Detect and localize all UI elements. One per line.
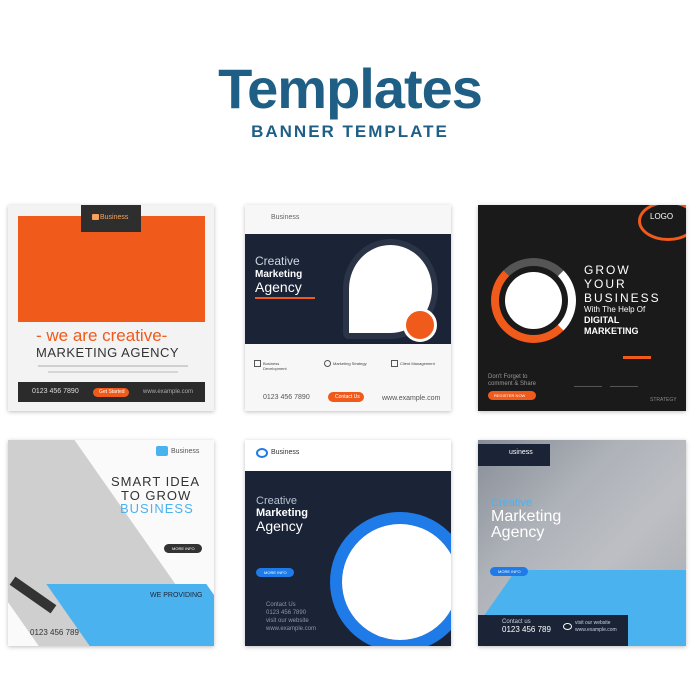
body-text-2	[48, 371, 178, 373]
feature-icon-2	[324, 360, 331, 367]
line-digital: DIGITAL	[584, 315, 620, 325]
register-button[interactable]: REGISTER NOW	[488, 391, 536, 400]
orange-dash	[623, 356, 651, 359]
web-label: visit our website	[575, 620, 611, 626]
photo-circle	[342, 524, 451, 640]
line-creative: Creative	[256, 495, 297, 507]
feature-2: Marketing Strategy	[333, 361, 367, 366]
feature-1: Business Development	[263, 361, 287, 371]
orange-circle	[403, 308, 437, 342]
brand-label: Business	[271, 449, 300, 456]
line-business: BUSINESS	[584, 291, 661, 305]
note-2: comment & Share	[488, 381, 537, 387]
template-card-5[interactable]: Business Creative Marketing Agency MORE …	[245, 440, 451, 646]
feature-icon-1	[254, 360, 261, 367]
brand-label: Business	[171, 448, 200, 455]
template-card-4[interactable]: Business SMART IDEA TO GROW BUSINESS MOR…	[8, 440, 214, 646]
cta-button[interactable]: Get Started	[93, 388, 129, 397]
line-grow: GROW	[584, 263, 631, 277]
brand-icon	[256, 448, 268, 458]
contact-label: Contact Us	[266, 602, 296, 608]
line-creative: Creative	[255, 254, 300, 268]
ring-photo	[505, 272, 562, 329]
template-card-6[interactable]: usiness Creative Marketing Agency MORE I…	[478, 440, 686, 646]
website: www.example.com	[575, 627, 617, 633]
more-info-button[interactable]: MORE INFO	[256, 568, 294, 577]
website: www.example.com	[266, 626, 317, 632]
web-icon	[563, 623, 572, 630]
website: www.example.com	[143, 389, 194, 395]
note-1: Don't Forget to	[488, 374, 528, 380]
line-agency: Agency	[491, 524, 545, 541]
corner-arc	[638, 205, 686, 241]
line-help: With The Help Of	[584, 305, 646, 314]
phone: 0123 456 789	[502, 625, 551, 634]
web-label: visit our website	[266, 618, 309, 624]
extra-label: STRATEGY	[650, 397, 677, 403]
template-card-3[interactable]: LOGO GROW YOUR BUSINESS With The Help Of…	[478, 205, 686, 411]
badge-label: Business	[100, 214, 129, 221]
line-agency: Agency	[255, 279, 302, 295]
more-info-button[interactable]: MORE INFO	[164, 544, 202, 553]
body-text	[38, 365, 188, 367]
brand-label: Business	[271, 214, 300, 221]
info-block-2	[610, 386, 638, 402]
phone: 0123 456 7890	[263, 394, 310, 401]
accent-line	[255, 297, 315, 299]
more-info-button[interactable]: MORE INFO	[490, 567, 528, 576]
template-card-2[interactable]: Business Creative Marketing Agency Busin…	[245, 205, 451, 411]
headline: - we are creative-	[36, 326, 168, 345]
template-card-1[interactable]: Business - we are creative- MARKETING AG…	[8, 205, 214, 411]
phone: 0123 456 7890	[266, 610, 307, 616]
line-your: YOUR	[584, 277, 627, 291]
phone: 0123 456 789	[30, 628, 79, 637]
info-block-1	[574, 386, 602, 402]
cta-button[interactable]: Contact Us	[328, 392, 364, 402]
page-title: Templates	[218, 57, 483, 120]
page-subtitle: BANNER TEMPLATE	[251, 122, 449, 141]
brand-icon	[156, 446, 168, 456]
line-business: BUSINESS	[120, 501, 194, 516]
providing-label: WE PROVIDING	[150, 592, 203, 599]
brand-label: usiness	[509, 449, 533, 456]
badge-icon	[92, 214, 99, 220]
feature-3: Client Management	[400, 361, 435, 366]
website: www.example.com	[382, 395, 441, 402]
line-marketing: MARKETING	[584, 326, 639, 336]
subheadline: MARKETING AGENCY	[36, 345, 180, 360]
feature-icon-3	[391, 360, 398, 367]
phone: 0123 456 7890	[32, 388, 79, 395]
line-agency: Agency	[256, 518, 303, 534]
line-smart: SMART IDEA	[111, 474, 200, 489]
